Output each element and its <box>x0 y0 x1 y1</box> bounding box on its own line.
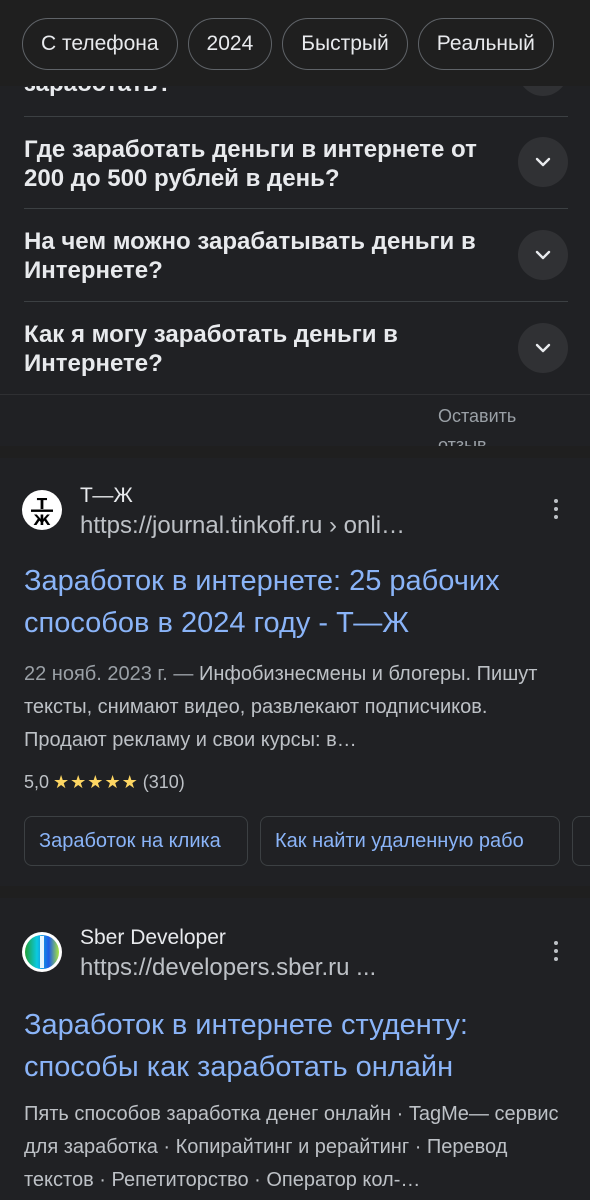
faq-question: На чем можно зарабатывать деньги в Интер… <box>24 228 476 284</box>
faq-item[interactable]: Как я могу заработать деньги в Интернете… <box>24 301 568 394</box>
faq-expand-button[interactable] <box>518 137 568 187</box>
site-favicon: Т Ж <box>22 490 62 530</box>
tzh-logo-icon: Т Ж <box>31 495 53 529</box>
review-count: (310) <box>142 772 185 792</box>
site-url[interactable]: https://developers.sber.ru ... <box>80 954 376 982</box>
chevron-down-icon <box>535 343 551 353</box>
chevron-down-icon <box>535 250 551 260</box>
sitelink-clipped[interactable] <box>572 816 590 866</box>
faq-item[interactable]: На чем можно зарабатывать деньги в Интер… <box>24 208 568 301</box>
related-questions-card: заработать? Где заработать деньги в инте… <box>0 56 590 446</box>
rating-row: 5,0 ★★★★★ (310) <box>24 772 185 793</box>
site-name: Sber Developer <box>80 926 226 949</box>
faq-question: Где заработать деньги в интернете от 200… <box>24 136 477 192</box>
snippet-date: 22 нояб. 2023 г. — <box>24 663 194 685</box>
faq-question: Как я могу заработать деньги в Интернете… <box>24 321 398 377</box>
sitelink[interactable]: Как найти удаленную рабо <box>260 816 560 866</box>
feedback-link[interactable]: Оставить отзыв <box>438 402 558 446</box>
chevron-down-icon <box>535 157 551 167</box>
sber-logo-icon <box>25 935 59 969</box>
result-snippet: 22 нояб. 2023 г. — Инфобизнесмены и блог… <box>24 658 574 757</box>
site-favicon <box>22 932 62 972</box>
faq-expand-button[interactable] <box>518 230 568 280</box>
rating-value: 5,0 <box>24 772 50 792</box>
svg-text:Ж: Ж <box>33 513 50 529</box>
chip-from-phone[interactable]: С телефона <box>22 18 178 70</box>
site-url[interactable]: https://journal.tinkoff.ru › onli… <box>80 512 405 540</box>
result-title-link[interactable]: Заработок в интернете: 25 рабочих способ… <box>24 560 574 644</box>
chip-real[interactable]: Реальный <box>417 18 554 70</box>
search-filter-chips: С телефона 2024 Быстрый Реальный <box>0 0 590 86</box>
more-options-icon[interactable] <box>546 494 566 524</box>
sitelink[interactable]: Заработок на клика <box>24 816 248 866</box>
more-options-icon[interactable] <box>546 936 566 966</box>
star-rating-icon: ★★★★★ <box>53 772 139 792</box>
faq-item[interactable]: Где заработать деньги в интернете от 200… <box>24 116 568 208</box>
chip-2024[interactable]: 2024 <box>187 18 273 70</box>
faq-expand-button[interactable] <box>518 323 568 373</box>
search-result: Sber Developer https://developers.sber.r… <box>0 898 590 1200</box>
chip-fast[interactable]: Быстрый <box>282 18 408 70</box>
sitelinks-row: Заработок на клика Как найти удаленную р… <box>24 816 590 866</box>
divider <box>0 394 590 395</box>
search-result: Т Ж Т—Ж https://journal.tinkoff.ru › onl… <box>0 458 590 886</box>
site-name: Т—Ж <box>80 484 133 507</box>
result-snippet: Пять способов заработка денег онлайн · T… <box>24 1103 559 1191</box>
result-title-link[interactable]: Заработок в интернете студенту: способы … <box>24 1004 574 1088</box>
